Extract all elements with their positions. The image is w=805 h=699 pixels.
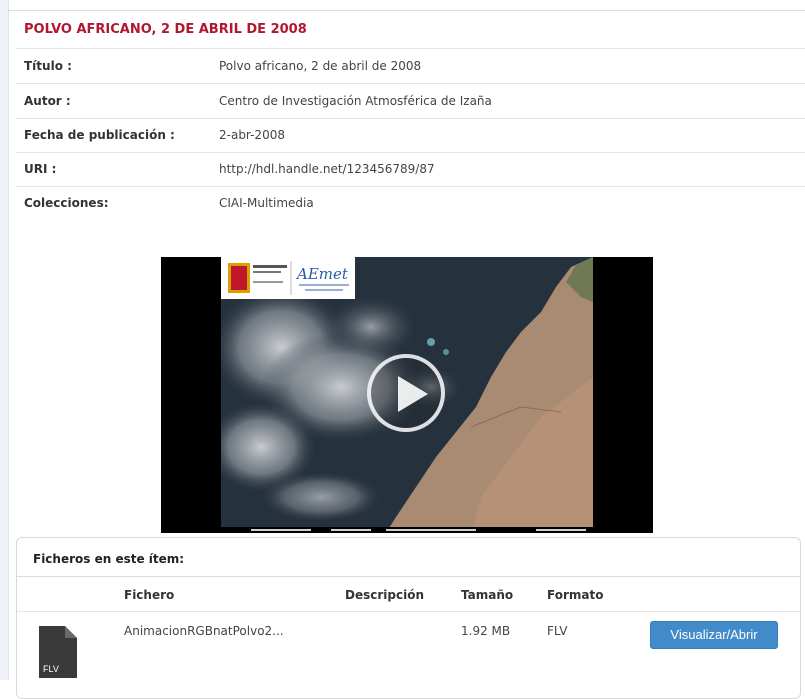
file-type-label: FLV <box>43 664 59 674</box>
aemet-logo-text: AEmet <box>295 265 349 283</box>
metadata-value: 2-abr-2008 <box>219 128 285 142</box>
file-size: 1.92 MB <box>461 624 511 638</box>
metadata-label: Título : <box>24 59 72 73</box>
table-divider <box>17 611 800 612</box>
metadata-value[interactable]: http://hdl.handle.net/123456789/87 <box>219 162 435 176</box>
metadata-label: Colecciones: <box>24 196 109 210</box>
record-title: POLVO AFRICANO, 2 DE ABRIL DE 2008 <box>24 22 307 37</box>
play-button[interactable] <box>367 354 445 432</box>
files-heading: Ficheros en este ítem: <box>33 552 185 566</box>
metadata-label: Fecha de publicación : <box>24 128 175 142</box>
metadata-row-uri: URI : http://hdl.handle.net/123456789/87 <box>16 152 805 187</box>
metadata-label: URI : <box>24 162 57 176</box>
file-format: FLV <box>547 624 568 638</box>
files-panel-header: Ficheros en este ítem: <box>17 538 800 577</box>
column-header-description: Descripción <box>345 588 424 602</box>
left-border-strip <box>0 0 9 680</box>
metadata-row-author: Autor : Centro de Investigación Atmosfér… <box>16 84 805 119</box>
flv-file-icon[interactable]: FLV <box>39 626 77 678</box>
metadata-row-date: Fecha de publicación : 2-abr-2008 <box>16 118 805 153</box>
view-open-button[interactable]: Visualizar/Abrir <box>650 621 778 649</box>
metadata-label: Autor : <box>24 94 71 108</box>
file-name[interactable]: AnimacionRGBnatPolvo2... <box>124 624 284 638</box>
column-header-file: Fichero <box>124 588 175 602</box>
metadata-row-title: Título : Polvo africano, 2 de abril de 2… <box>16 49 805 84</box>
column-header-format: Formato <box>547 588 604 602</box>
metadata-value: Polvo africano, 2 de abril de 2008 <box>219 59 422 73</box>
play-icon <box>398 376 428 412</box>
metadata-row-collections: Colecciones: CIAI-Multimedia <box>16 186 805 220</box>
column-header-size: Tamaño <box>461 588 514 602</box>
video-player[interactable]: AEmet <box>161 257 653 533</box>
metadata-value[interactable]: CIAI-Multimedia <box>219 196 314 210</box>
metadata-value: Centro de Investigación Atmosférica de I… <box>219 94 492 108</box>
files-panel: Ficheros en este ítem: Fichero Descripci… <box>16 537 801 699</box>
top-border <box>8 0 805 11</box>
